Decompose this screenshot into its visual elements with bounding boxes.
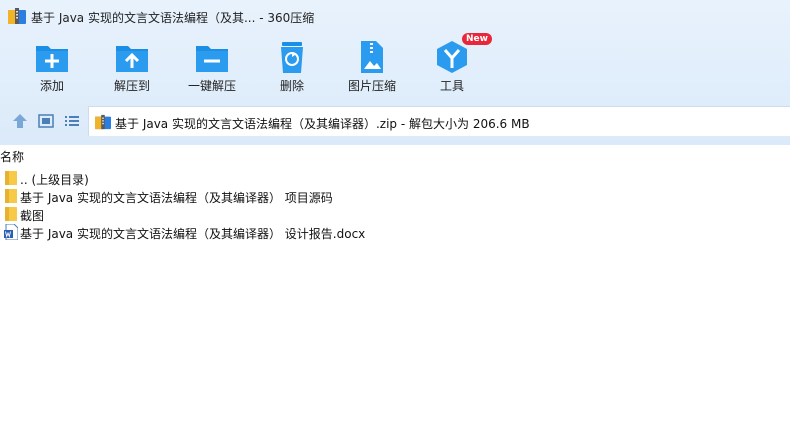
window-chrome: 基于 Java 实现的文言文语法编程（及其... - 360压缩 添加 解压到 [0,0,790,145]
one-click-extract-icon [196,46,228,72]
delete-button[interactable]: 删除 [252,36,332,98]
one-click-extract-button[interactable]: 一键解压 [172,36,252,98]
zip-archive-icon [95,114,111,130]
app-window: 基于 Java 实现的文言文语法编程（及其... - 360压缩 添加 解压到 [0,0,790,436]
archive-path: 基于 Java 实现的文言文语法编程（及其编译器）.zip - 解包大小为 20… [115,117,530,131]
list-item-name: 基于 Java 实现的文言文语法编程（及其编译器） 项目源码 [20,191,333,205]
list-item-parent-dir[interactable]: .. (上级目录) [0,169,790,187]
folder-icon [5,189,17,203]
up-arrow-icon[interactable] [12,114,28,128]
zip-archive-icon [8,8,26,24]
new-badge: New [462,33,492,45]
list-view-icon[interactable] [64,114,80,128]
list-item[interactable]: 基于 Java 实现的文言文语法编程（及其编译器） 设计报告.docx [0,223,790,241]
add-icon [36,46,68,72]
folder-icon [5,171,17,185]
add-label: 添加 [39,79,64,93]
list-item[interactable]: 基于 Java 实现的文言文语法编程（及其编译器） 项目源码 [0,187,790,205]
navigation-row: 基于 Java 实现的文言文语法编程（及其编译器）.zip - 解包大小为 20… [0,106,790,136]
title-bar: 基于 Java 实现的文言文语法编程（及其... - 360压缩 [0,0,790,34]
image-compress-icon [361,41,383,73]
address-bar[interactable]: 基于 Java 实现的文言文语法编程（及其编译器）.zip - 解包大小为 20… [88,106,790,136]
thumbnail-view-icon[interactable] [38,114,54,128]
add-button[interactable]: 添加 [12,36,92,98]
image-compress-label: 图片压缩 [347,79,396,93]
recycle-delete-icon [281,42,303,73]
list-item-name: .. (上级目录) [20,173,89,187]
main-toolbar: 添加 解压到 一键解压 删除 图片压缩 New 工具 [0,33,790,100]
file-list: .. (上级目录) 基于 Java 实现的文言文语法编程（及其编译器） 项目源码… [0,169,790,241]
word-document-icon [4,224,18,240]
extract-to-label: 解压到 [113,79,150,93]
tools-label: 工具 [439,79,464,93]
delete-label: 删除 [279,79,304,93]
list-item[interactable]: 截图 [0,205,790,223]
file-list-panel: 名称 .. (上级目录) 基于 Java 实现的文言文语法编程（及其编译器） 项… [0,145,790,436]
extract-to-icon [116,46,148,72]
list-item-name: 基于 Java 实现的文言文语法编程（及其编译器） 设计报告.docx [20,227,366,241]
tools-button[interactable]: New 工具 [412,33,492,98]
column-header-name[interactable]: 名称 [0,148,24,165]
image-compress-button[interactable]: 图片压缩 [332,36,412,98]
extract-to-button[interactable]: 解压到 [92,36,172,98]
tools-icon [437,41,467,73]
list-item-name: 截图 [20,209,45,223]
window-title: 基于 Java 实现的文言文语法编程（及其... - 360压缩 [31,11,315,25]
one-click-extract-label: 一键解压 [187,79,236,93]
folder-icon [5,207,17,221]
